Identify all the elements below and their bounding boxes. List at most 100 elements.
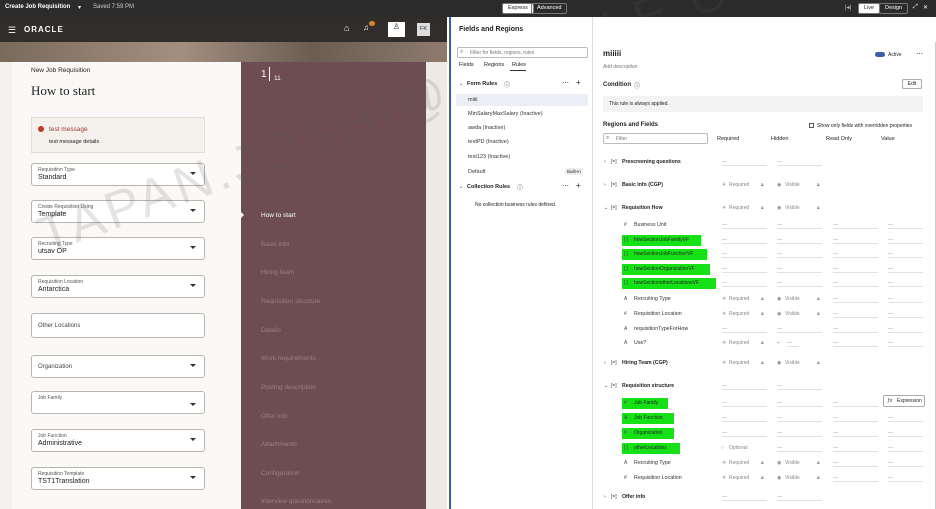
read-only-cell[interactable]: — [833, 340, 878, 347]
requisition-template-select[interactable]: Requisition Template TST1Translation [31, 467, 205, 490]
required-cell[interactable]: — [722, 251, 767, 258]
tab-rules[interactable]: Rules [512, 62, 526, 68]
overridden-checkbox[interactable] [809, 123, 814, 128]
field-label[interactable]: Requisition Location [634, 311, 682, 317]
hidden-cell[interactable]: — [777, 251, 822, 258]
more-icon[interactable]: ⋯ [562, 79, 569, 87]
rule-item[interactable]: Default [468, 169, 485, 175]
value-cell[interactable]: — [888, 460, 923, 467]
value-cell[interactable]: — [888, 237, 923, 244]
job-family-select[interactable]: Job Family [31, 391, 205, 414]
search-input[interactable]: ⌕ Filter for fields, regions, rules [457, 47, 588, 58]
required-cell[interactable]: — [722, 222, 767, 229]
accessibility-icon[interactable]: ♙ [388, 22, 405, 37]
step-basic-info[interactable]: Basic info [261, 241, 289, 248]
chevron-down-icon[interactable]: ⌄ [604, 383, 608, 389]
value-cell[interactable]: — [888, 311, 923, 318]
job-function-select[interactable]: Job Function Administrative [31, 429, 205, 452]
highlighted-field[interactable]: Job Function [622, 413, 674, 424]
required-cell[interactable]: — [722, 326, 767, 333]
step-offer-info[interactable]: Offer info [261, 413, 288, 420]
step-work-requirements[interactable]: Work requirements [261, 355, 316, 362]
highlighted-field[interactable]: howSectionJobFamilyVF [622, 235, 701, 246]
read-only-cell[interactable]: — [833, 266, 878, 273]
value-cell[interactable]: — [888, 296, 923, 303]
step-hiring-team[interactable]: Hiring team [261, 269, 294, 276]
recruiting-type-select[interactable]: Recruiting Type utsav OP [31, 237, 205, 260]
required-cell[interactable]: — [722, 430, 767, 437]
read-only-cell[interactable]: — [833, 460, 878, 467]
required-cell[interactable]: — [722, 494, 767, 501]
chevron-right-icon[interactable]: › [604, 159, 606, 165]
step-posting-description[interactable]: Posting description [261, 384, 316, 391]
highlighted-field[interactable]: Job Family [622, 398, 668, 409]
expand-icon[interactable]: ⤢ [913, 4, 918, 11]
read-only-cell[interactable]: — [833, 400, 878, 407]
value-cell[interactable]: — [888, 326, 923, 333]
read-only-cell[interactable]: — [833, 445, 878, 452]
hidden-cell[interactable]: — [777, 237, 822, 244]
avatar[interactable]: FK [417, 23, 430, 36]
tab-regions[interactable]: Regions [484, 62, 504, 68]
hidden-cell[interactable]: — [777, 280, 822, 287]
field-label[interactable]: Recruiting Type [634, 460, 671, 466]
advanced-toggle[interactable]: Advanced [531, 3, 568, 14]
field-label[interactable]: Recruiting Type [634, 296, 671, 302]
hamburger-icon[interactable]: ☰ [8, 25, 16, 36]
read-only-cell[interactable]: — [833, 475, 878, 482]
rule-item[interactable]: MinSalaryMaxSalary (Inactive) [468, 111, 543, 117]
hidden-cell[interactable]: — [777, 445, 822, 452]
value-cell[interactable]: — [888, 475, 923, 482]
value-cell[interactable]: — [888, 430, 923, 437]
read-only-cell[interactable]: — [833, 415, 878, 422]
hidden-cell[interactable]: — [777, 326, 822, 333]
chevron-down-icon[interactable]: ⌄ [459, 81, 463, 87]
chevron-down-icon[interactable]: ▾ [78, 4, 81, 11]
help-icon[interactable]: ⓘ [517, 183, 523, 192]
required-cell[interactable]: — [722, 266, 767, 273]
read-only-cell[interactable]: — [833, 326, 878, 333]
live-toggle[interactable]: Live [858, 3, 881, 14]
highlighted-field[interactable]: howSectionJobFunctionVF [622, 249, 707, 260]
required-cell[interactable]: — [722, 159, 767, 166]
design-toggle[interactable]: Design [879, 3, 909, 14]
value-cell[interactable]: — [888, 222, 923, 229]
read-only-cell[interactable]: — [833, 237, 878, 244]
other-locations-field[interactable]: Other Locations [31, 313, 205, 338]
value-cell[interactable]: — [888, 415, 923, 422]
organization-select[interactable]: Organization [31, 355, 205, 378]
step-details[interactable]: Details [261, 327, 281, 334]
rule-item[interactable]: test123 (Inactive) [468, 154, 510, 160]
hidden-cell[interactable]: — [777, 383, 822, 390]
rule-item[interactable]: awda (Inactive) [468, 125, 505, 131]
bell-icon[interactable]: ♫ [363, 23, 369, 32]
highlighted-field[interactable]: otherLocations [622, 443, 680, 454]
value-cell[interactable]: — [888, 340, 923, 347]
chevron-down-icon[interactable]: ⌄ [459, 184, 463, 190]
read-only-cell[interactable]: — [833, 296, 878, 303]
more-icon[interactable]: ⋯ [562, 182, 569, 190]
value-cell[interactable]: — [888, 280, 923, 287]
rule-item[interactable]: testPD (Inactive) [468, 139, 509, 145]
chevron-right-icon[interactable]: › [604, 360, 606, 366]
hidden-cell[interactable]: — [777, 159, 822, 166]
active-toggle[interactable] [875, 52, 885, 57]
edit-button[interactable]: Edit [902, 79, 922, 89]
help-icon[interactable]: ⓘ [634, 81, 640, 90]
required-cell[interactable]: — [722, 415, 767, 422]
hidden-cell[interactable]: — [777, 400, 822, 407]
read-only-cell[interactable]: — [833, 251, 878, 258]
hidden-cell[interactable]: — [777, 222, 822, 229]
hidden-cell[interactable]: — [777, 266, 822, 273]
read-only-cell[interactable]: — [833, 430, 878, 437]
tab-fields[interactable]: Fields [459, 62, 474, 68]
highlighted-field[interactable]: Organization [622, 428, 674, 439]
express-toggle[interactable]: Express [502, 3, 534, 14]
field-label[interactable]: Requisition Location [634, 475, 682, 481]
chevron-right-icon[interactable]: › [604, 182, 606, 188]
hidden-cell[interactable]: — [777, 415, 822, 422]
field-label[interactable]: Business Unit [634, 222, 666, 228]
highlighted-field[interactable]: howSectionOrganizationVF [622, 264, 710, 275]
field-label[interactable]: requisitionTypeForHow [634, 326, 688, 332]
required-cell[interactable]: — [722, 237, 767, 244]
